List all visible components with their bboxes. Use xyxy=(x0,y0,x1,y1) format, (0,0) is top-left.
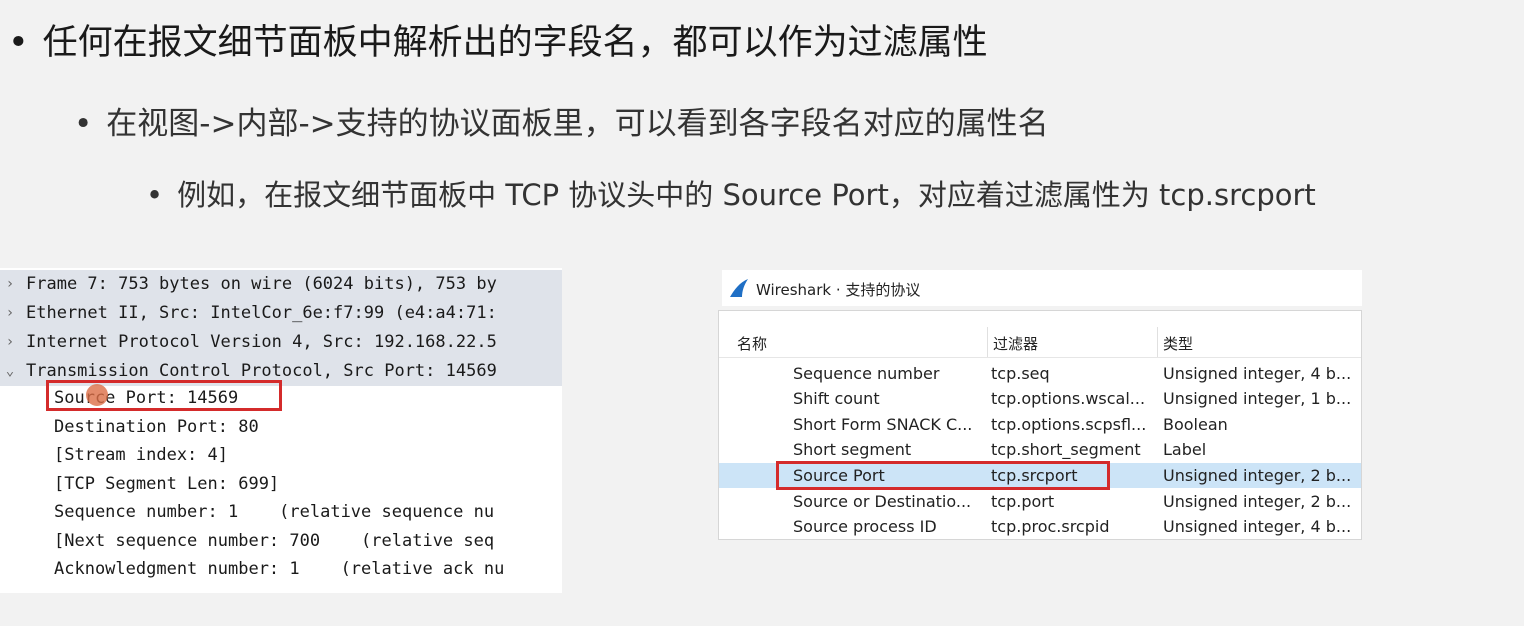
tree-child-text: [Stream index: 4] xyxy=(54,445,228,465)
table-row[interactable]: Shift count tcp.options.wscal... Unsigne… xyxy=(719,386,1361,411)
table-row[interactable]: Sequence number tcp.seq Unsigned integer… xyxy=(719,361,1361,386)
row-name: Source process ID xyxy=(793,517,937,536)
table-row[interactable]: Source or Destinatio... tcp.port Unsigne… xyxy=(719,489,1361,514)
bullet-dot: • xyxy=(74,106,93,142)
bullet-level3-text: 例如，在报文细节面板中 TCP 协议头中的 Source Port，对应着过滤属… xyxy=(177,178,1316,212)
tree-child-text: Sequence number: 1 (relative sequence nu xyxy=(54,502,495,522)
bullet-level2-text: 在视图->内部->支持的协议面板里，可以看到各字段名对应的属性名 xyxy=(106,106,1049,142)
packet-detail-panel: › Frame 7: 753 bytes on wire (6024 bits)… xyxy=(0,268,562,593)
bullet-dot: • xyxy=(146,178,164,212)
row-type: Label xyxy=(1163,440,1207,459)
row-name: Source or Destinatio... xyxy=(793,492,972,511)
tree-child-text: [TCP Segment Len: 699] xyxy=(54,474,280,494)
expand-arrow-icon[interactable]: › xyxy=(3,270,17,299)
row-type: Boolean xyxy=(1163,415,1228,434)
row-name: Shift count xyxy=(793,389,880,408)
column-divider[interactable] xyxy=(987,327,988,357)
bullet-level1: • 任何在报文细节面板中解析出的字段名，都可以作为过滤属性 xyxy=(8,14,988,65)
tree-child-text: Destination Port: 80 xyxy=(54,417,259,437)
tree-child-segment-len[interactable]: [TCP Segment Len: 699] xyxy=(0,470,562,499)
tree-row-frame[interactable]: › Frame 7: 753 bytes on wire (6024 bits)… xyxy=(0,270,562,299)
protocols-table-header: 名称 过滤器 类型 xyxy=(719,325,1361,358)
tree-child-text: Acknowledgment number: 1 (relative ack n… xyxy=(54,559,505,579)
table-row[interactable]: Short Form SNACK C... tcp.options.scpsfl… xyxy=(719,412,1361,437)
row-name: Short segment xyxy=(793,440,912,459)
expand-arrow-icon[interactable]: › xyxy=(3,299,17,328)
highlight-box-source-port-row xyxy=(776,461,1110,490)
expand-arrow-icon[interactable]: › xyxy=(3,328,17,357)
column-header-filter[interactable]: 过滤器 xyxy=(993,333,1038,354)
row-type: Unsigned integer, 2 b... xyxy=(1163,492,1352,511)
row-filter: tcp.options.wscal... xyxy=(991,389,1146,408)
protocols-window: 名称 过滤器 类型 Sequence number tcp.seq Unsign… xyxy=(718,310,1362,540)
row-type: Unsigned integer, 4 b... xyxy=(1163,517,1352,536)
tree-child-destination-port[interactable]: Destination Port: 80 xyxy=(0,413,562,442)
bullet-level2: • 在视图->内部->支持的协议面板里，可以看到各字段名对应的属性名 xyxy=(74,98,1049,143)
tree-child-next-sequence[interactable]: [Next sequence number: 700 (relative seq xyxy=(0,527,562,556)
bullet-level1-text: 任何在报文细节面板中解析出的字段名，都可以作为过滤属性 xyxy=(42,23,988,63)
tree-row-text: Internet Protocol Version 4, Src: 192.16… xyxy=(26,332,497,352)
cursor-indicator xyxy=(86,384,108,406)
row-type: Unsigned integer, 4 b... xyxy=(1163,364,1352,383)
column-header-type[interactable]: 类型 xyxy=(1163,333,1193,354)
row-filter: tcp.port xyxy=(991,492,1055,511)
protocols-window-title: Wireshark · 支持的协议 xyxy=(756,281,921,299)
bullet-dot: • xyxy=(8,23,29,63)
protocols-window-titlebar: Wireshark · 支持的协议 xyxy=(722,270,1362,306)
row-type: Unsigned integer, 1 b... xyxy=(1163,389,1352,408)
row-filter: tcp.seq xyxy=(991,364,1050,383)
bullet-level3: • 例如，在报文细节面板中 TCP 协议头中的 Source Port，对应着过滤… xyxy=(146,172,1316,214)
column-divider[interactable] xyxy=(1157,327,1158,357)
wireshark-fin-icon xyxy=(730,279,748,297)
table-row[interactable]: Source process ID tcp.proc.srcpid Unsign… xyxy=(719,514,1361,539)
row-filter: tcp.short_segment xyxy=(991,440,1141,459)
row-filter: tcp.proc.srcpid xyxy=(991,517,1110,536)
tree-child-text: [Next sequence number: 700 (relative seq xyxy=(54,531,495,551)
tree-child-stream-index[interactable]: [Stream index: 4] xyxy=(0,441,562,470)
tree-row-ipv4[interactable]: › Internet Protocol Version 4, Src: 192.… xyxy=(0,328,562,357)
column-header-name[interactable]: 名称 xyxy=(737,333,767,354)
highlight-box-source-port xyxy=(46,380,282,411)
table-row[interactable]: Short segment tcp.short_segment Label xyxy=(719,437,1361,462)
collapse-arrow-icon[interactable]: ⌄ xyxy=(3,357,17,386)
row-filter: tcp.options.scpsfl... xyxy=(991,415,1147,434)
tree-row-ethernet[interactable]: › Ethernet II, Src: IntelCor_6e:f7:99 (e… xyxy=(0,299,562,328)
tree-child-sequence-number[interactable]: Sequence number: 1 (relative sequence nu xyxy=(0,498,562,527)
row-type: Unsigned integer, 2 b... xyxy=(1163,466,1352,485)
tree-child-ack-number[interactable]: Acknowledgment number: 1 (relative ack n… xyxy=(0,555,562,584)
tree-row-text: Ethernet II, Src: IntelCor_6e:f7:99 (e4:… xyxy=(26,303,497,323)
row-name: Sequence number xyxy=(793,364,940,383)
tree-row-text: Frame 7: 753 bytes on wire (6024 bits), … xyxy=(26,274,497,294)
row-name: Short Form SNACK C... xyxy=(793,415,973,434)
